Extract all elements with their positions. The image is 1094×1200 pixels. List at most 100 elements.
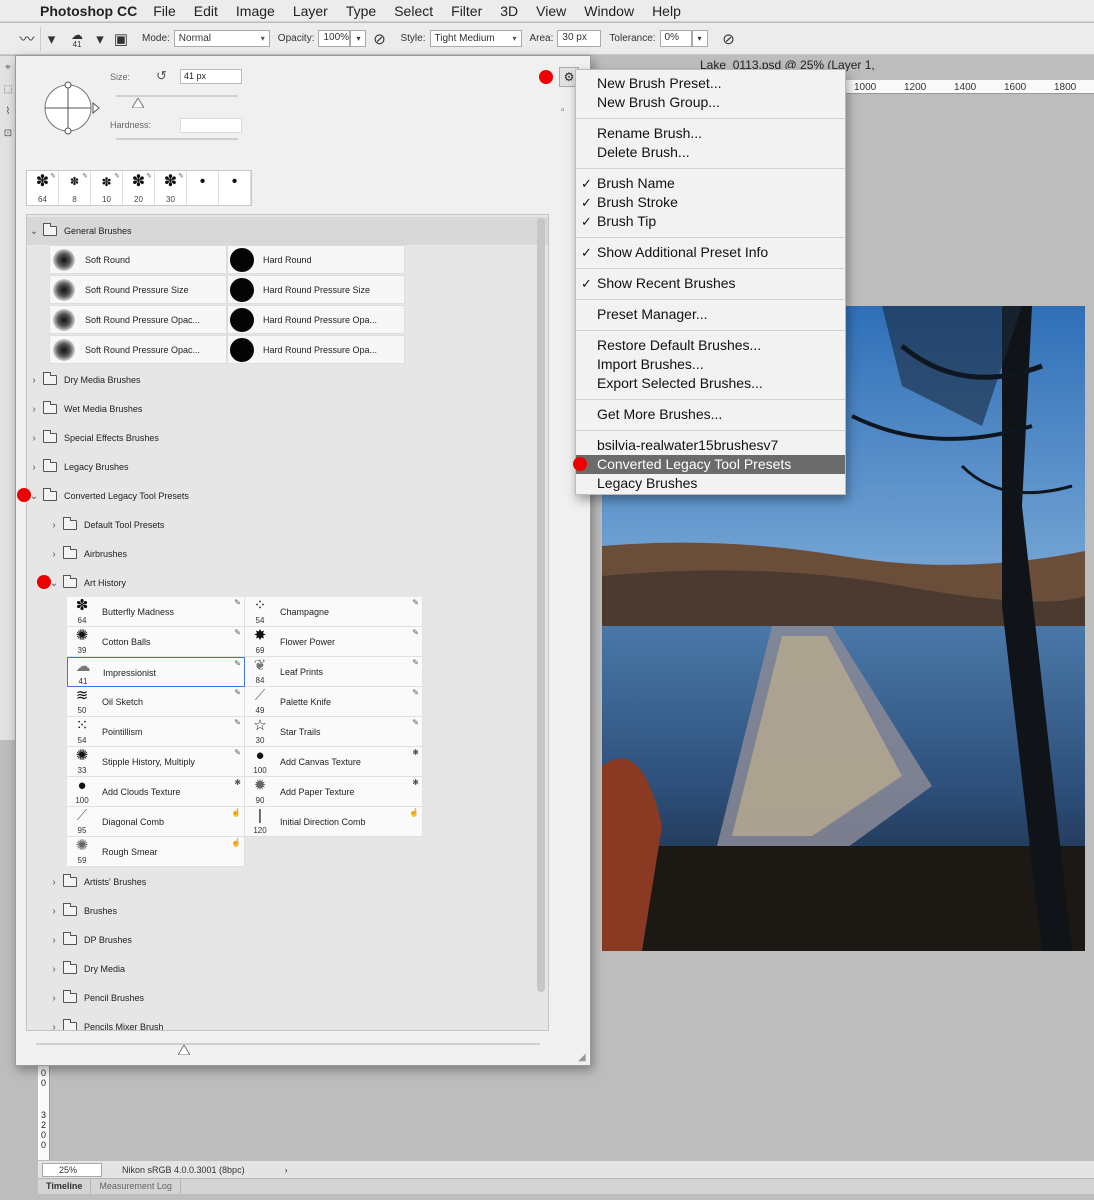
hardness-slider[interactable] xyxy=(116,138,238,140)
preset-butterfly-madness[interactable]: ✽ 64 Butterfly Madness ✎ xyxy=(67,597,245,627)
menu-view[interactable]: View xyxy=(536,3,566,19)
style-select[interactable]: Tight Medium ▾ xyxy=(429,30,522,47)
folder-general-brushes[interactable]: ⌄ General Brushes xyxy=(27,217,548,245)
folder-artists-brushes[interactable]: › Artists' Brushes xyxy=(47,868,548,896)
brush-hard-round-pressure-opacity-2[interactable]: Hard Round Pressure Opa... xyxy=(227,335,405,364)
folder-art-history[interactable]: ⌄ Art History xyxy=(47,569,548,597)
opacity-dropdown-button[interactable]: ▾ xyxy=(350,30,367,47)
chevron-right-icon[interactable]: › xyxy=(47,906,61,917)
brush-hard-round-pressure-size[interactable]: Hard Round Pressure Size xyxy=(227,275,405,304)
preset-add-canvas-texture[interactable]: ● 100 Add Canvas Texture ✱ xyxy=(245,747,423,777)
brush-soft-round-pressure-opacity-2[interactable]: Soft Round Pressure Opac... xyxy=(49,335,227,364)
preset-champagne[interactable]: ⁘ 54 Champagne ✎ xyxy=(245,597,423,627)
tool-icon[interactable]: ⌇ xyxy=(0,100,16,122)
menu-item-export-selected-brushes[interactable]: Export Selected Brushes... xyxy=(576,374,845,393)
brush-soft-round[interactable]: Soft Round xyxy=(49,245,227,274)
menu-item-restore-default-brushes[interactable]: Restore Default Brushes... xyxy=(576,336,845,355)
menu-item-brush-tip[interactable]: ✓ Brush Tip xyxy=(576,212,845,231)
size-slider[interactable] xyxy=(116,95,238,97)
menu-help[interactable]: Help xyxy=(652,3,681,19)
chevron-right-icon[interactable]: › xyxy=(47,877,61,888)
menu-item-show-additional-preset-info[interactable]: ✓ Show Additional Preset Info xyxy=(576,243,845,262)
menu-3d[interactable]: 3D xyxy=(500,3,518,19)
preset-diagonal-comb[interactable]: ⟋ 95 Diagonal Comb ☝ xyxy=(67,807,245,837)
tab-timeline[interactable]: Timeline xyxy=(38,1179,92,1194)
folder-airbrushes[interactable]: › Airbrushes xyxy=(47,540,548,568)
area-input[interactable]: 30 px xyxy=(557,30,602,47)
preset-palette-knife[interactable]: ⟋ 49 Palette Knife ✎ xyxy=(245,687,423,717)
brush-hard-round-pressure-opacity[interactable]: Hard Round Pressure Opa... xyxy=(227,305,405,334)
pressure-size-icon[interactable]: ⊘ xyxy=(716,27,742,51)
folder-pencil-brushes[interactable]: › Pencil Brushes xyxy=(47,984,548,1012)
recent-brush[interactable]: • xyxy=(219,171,251,205)
folder-dry-media[interactable]: › Dry Media xyxy=(47,955,548,983)
menu-select[interactable]: Select xyxy=(394,3,433,19)
scrollbar-thumb[interactable] xyxy=(537,218,545,992)
chevron-right-icon[interactable]: › xyxy=(27,375,41,386)
menu-item-get-more-brushes[interactable]: Get More Brushes... xyxy=(576,405,845,424)
recent-brush[interactable]: ✽ ✎ 8 xyxy=(59,171,91,205)
tool-preset-picker-icon[interactable]: ▾ xyxy=(40,26,62,51)
preset-pointillism[interactable]: ⁙ 54 Pointillism ✎ xyxy=(67,717,245,747)
preset-oil-sketch[interactable]: ≋ 50 Oil Sketch ✎ xyxy=(67,687,245,717)
folder-special-effects-brushes[interactable]: › Special Effects Brushes xyxy=(27,424,548,452)
resize-grip-icon[interactable]: ◢ xyxy=(578,1052,586,1063)
chevron-right-icon[interactable]: › xyxy=(47,964,61,975)
art-history-brush-tool-icon[interactable]: 〰 xyxy=(14,27,40,51)
tool-icon[interactable]: ⬚ xyxy=(0,78,16,100)
menu-item-rename-brush[interactable]: Rename Brush... xyxy=(576,124,845,143)
menu-image[interactable]: Image xyxy=(236,3,275,19)
chevron-right-icon[interactable]: › xyxy=(47,1022,61,1031)
menu-item-bsilvia-realwater15brushesv7[interactable]: bsilvia-realwater15brushesv7 xyxy=(576,436,845,455)
recent-brush[interactable]: ✽ ✎ 20 xyxy=(123,171,155,205)
size-slider-thumb[interactable] xyxy=(132,98,144,108)
brush-soft-round-pressure-size[interactable]: Soft Round Pressure Size xyxy=(49,275,227,304)
brush-tip-preview[interactable] xyxy=(38,76,102,140)
menu-layer[interactable]: Layer xyxy=(293,3,328,19)
chevron-right-icon[interactable]: › xyxy=(47,993,61,1004)
menu-item-legacy-brushes[interactable]: Legacy Brushes xyxy=(576,474,845,493)
menu-file[interactable]: File xyxy=(153,3,176,19)
recent-brush[interactable]: • xyxy=(187,171,219,205)
menu-item-import-brushes[interactable]: Import Brushes... xyxy=(576,355,845,374)
folder-dry-media-brushes[interactable]: › Dry Media Brushes xyxy=(27,366,548,394)
brush-preset-picker[interactable]: ☁ 41 xyxy=(62,27,92,51)
thumbnail-slider-thumb[interactable] xyxy=(178,1045,190,1055)
folder-converted-legacy-tool-presets[interactable]: ⌄ Converted Legacy Tool Presets xyxy=(27,482,548,510)
folder-wet-media-brushes[interactable]: › Wet Media Brushes xyxy=(27,395,548,423)
menu-edit[interactable]: Edit xyxy=(194,3,218,19)
tool-icon[interactable]: ⊡ xyxy=(0,122,16,144)
menu-item-new-brush-group[interactable]: New Brush Group... xyxy=(576,93,845,112)
opacity-input[interactable]: 100% xyxy=(318,30,351,47)
chevron-right-icon[interactable]: › xyxy=(285,1165,288,1175)
recent-brush[interactable]: ✽ ✎ 30 xyxy=(155,171,187,205)
tolerance-dropdown-button[interactable]: ▾ xyxy=(691,30,708,47)
preset-add-clouds-texture[interactable]: ● 100 Add Clouds Texture ✱ xyxy=(67,777,245,807)
preset-add-paper-texture[interactable]: ✹ 90 Add Paper Texture ✱ xyxy=(245,777,423,807)
menu-item-brush-name[interactable]: ✓ Brush Name xyxy=(576,174,845,193)
preset-cotton-balls[interactable]: ✺ 39 Cotton Balls ✎ xyxy=(67,627,245,657)
folder-pencils-mixer-brush[interactable]: › Pencils Mixer Brush xyxy=(47,1013,548,1031)
chevron-down-icon[interactable]: ▾ xyxy=(92,27,108,51)
chevron-right-icon[interactable]: › xyxy=(47,520,61,531)
menu-window[interactable]: Window xyxy=(584,3,634,19)
folder-default-tool-presets[interactable]: › Default Tool Presets xyxy=(47,511,548,539)
app-menu[interactable]: Photoshop CC xyxy=(40,3,137,19)
recent-brush[interactable]: ✽ ✎ 64 xyxy=(27,171,59,205)
preset-star-trails[interactable]: ☆ 30 Star Trails ✎ xyxy=(245,717,423,747)
pressure-opacity-icon[interactable]: ⊘ xyxy=(366,27,392,51)
chevron-right-icon[interactable]: › xyxy=(27,404,41,415)
color-profile-info[interactable]: Nikon sRGB 4.0.0.3001 (8bpc) xyxy=(122,1165,245,1175)
folder-legacy-brushes[interactable]: › Legacy Brushes xyxy=(27,453,548,481)
menu-item-new-brush-preset[interactable]: New Brush Preset... xyxy=(576,74,845,93)
tab-measurement-log[interactable]: Measurement Log xyxy=(91,1179,181,1194)
chevron-right-icon[interactable]: › xyxy=(47,549,61,560)
menu-type[interactable]: Type xyxy=(346,3,376,19)
preset-flower-power[interactable]: ✸ 69 Flower Power ✎ xyxy=(245,627,423,657)
preset-rough-smear[interactable]: ✺ 59 Rough Smear ☝ xyxy=(67,837,245,867)
thumbnail-size-slider[interactable] xyxy=(36,1043,540,1045)
preset-leaf-prints[interactable]: ❦ 84 Leaf Prints ✎ xyxy=(245,657,423,687)
menu-item-converted-legacy-tool-presets[interactable]: Converted Legacy Tool Presets xyxy=(576,455,845,474)
chevron-right-icon[interactable]: › xyxy=(47,935,61,946)
reset-size-icon[interactable]: ↺ xyxy=(156,68,167,84)
